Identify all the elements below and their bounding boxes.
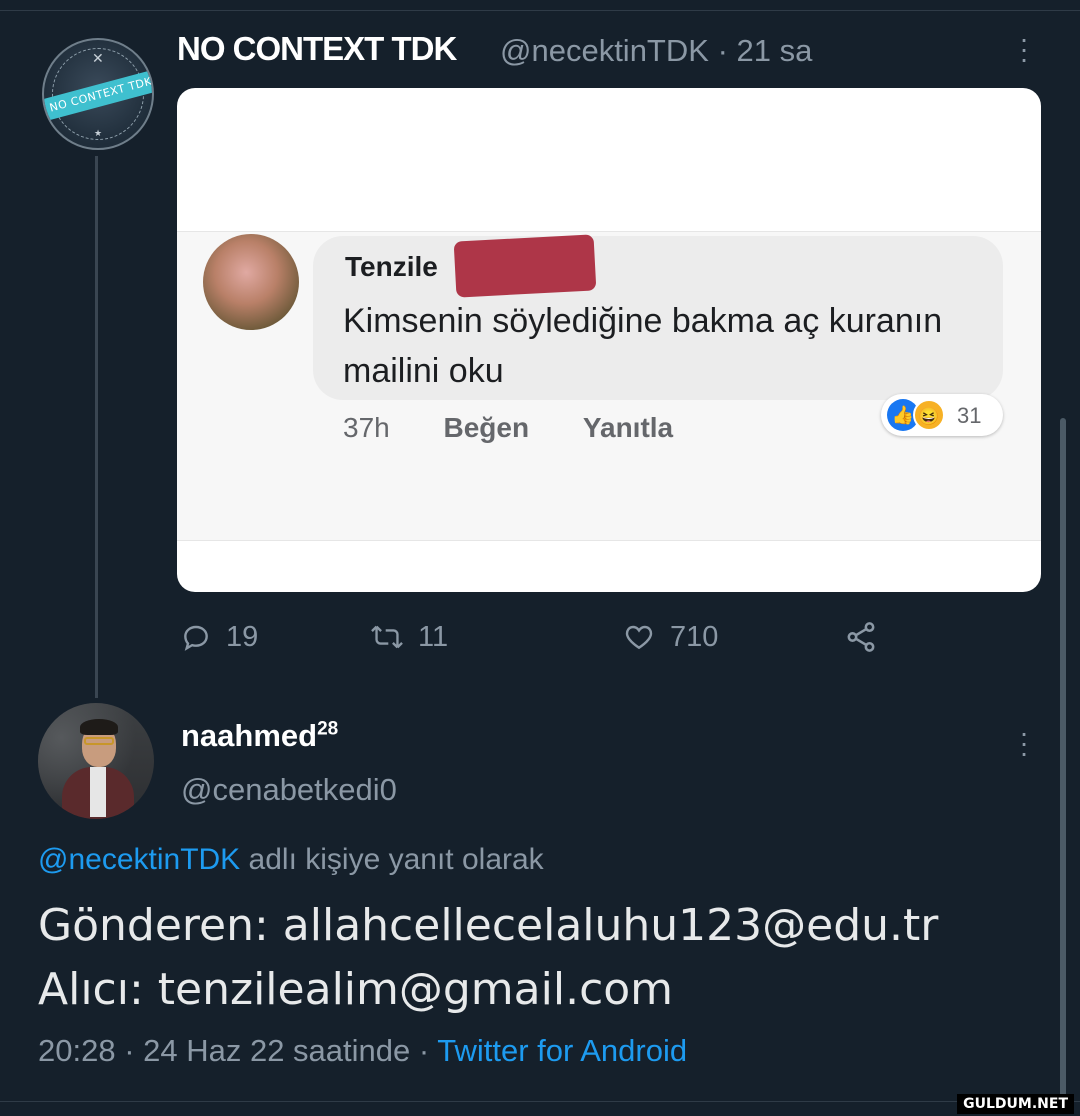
reply-footer: 20:28 · 24 Haz 22 saatinde · Twitter for… (38, 1033, 687, 1069)
commenter-avatar (203, 234, 299, 330)
avatar-glasses (84, 737, 114, 745)
commenter-name: Tenzile (345, 251, 438, 282)
like-count: 710 (670, 620, 719, 653)
reply-to-mention[interactable]: @necektinTDK (38, 843, 240, 876)
avatar-hair (80, 719, 118, 735)
reactions-pill: 👍 😆 31 (881, 394, 1003, 436)
reply-button[interactable]: 19 (180, 614, 258, 660)
avatar-shirt (90, 767, 106, 817)
reply-text: Gönderen: allahcellecelaluhu123@edu.tr A… (38, 894, 938, 1022)
site-watermark: GULDUM.NET (957, 1094, 1074, 1114)
reply-timestamp[interactable]: 20:28 · 24 Haz 22 saatinde · (38, 1033, 429, 1068)
heart-icon (625, 625, 653, 650)
author-avatar[interactable]: ✕ NO CONTEXT TDK ★ (42, 38, 154, 150)
bottom-divider (0, 1101, 1080, 1102)
tweet-author-handle[interactable]: @necektinTDK (500, 33, 709, 68)
reply-line-1: Gönderen: allahcellecelaluhu123@edu.tr (38, 900, 939, 951)
tweet-action-bar: 19 11 710 (180, 614, 900, 660)
reply-author-handle[interactable]: @cenabetkedi0 (181, 772, 397, 808)
star-icon: ★ (94, 128, 103, 138)
comment-reply-label: Yanıtla (582, 412, 674, 443)
crossed-pens-icon: ✕ (92, 50, 104, 66)
meta-separator: · (717, 33, 728, 68)
share-button[interactable] (844, 614, 892, 660)
retweet-icon (371, 625, 403, 649)
tweet-time[interactable]: 21 sa (737, 33, 813, 68)
tweet-media-image[interactable]: Tenzile Kimsenin söylediğine bakma aç ku… (177, 88, 1041, 592)
laughing-face-icon: 😆 (913, 399, 945, 431)
reply-line-2: Alıcı: tenzilealim@gmail.com (38, 964, 674, 1015)
scrollbar[interactable] (1060, 418, 1066, 1108)
more-vertical-icon[interactable]: · · · (1016, 719, 1032, 767)
tweet-author-name[interactable]: NO CONTEXT TDK (177, 30, 457, 68)
reply-count: 19 (226, 620, 259, 653)
retweet-count: 11 (418, 620, 449, 653)
tweet-meta: @necektinTDK · 21 sa (500, 33, 812, 69)
top-divider (0, 10, 1080, 11)
share-icon (847, 622, 875, 652)
comment-actions: 37h Beğen Yanıtla (343, 412, 719, 444)
more-vertical-icon[interactable]: · · · (1016, 25, 1032, 73)
reply-author-name-text: naahmed (181, 718, 318, 753)
retweet-button[interactable]: 11 (370, 614, 448, 660)
reply-source-link[interactable]: Twitter for Android (437, 1033, 687, 1068)
like-button[interactable]: 710 (622, 614, 718, 660)
reply-author-name-sup: 28 (317, 718, 339, 740)
comment-time: 37h (343, 412, 390, 443)
reply-to-suffix: adlı kişiye yanıt olarak (248, 843, 544, 876)
comment-text: Kimsenin söylediğine bakma aç kuranın ma… (343, 302, 943, 390)
reply-author-name[interactable]: naahmed28 (181, 718, 338, 754)
replying-to: @necektinTDK adlı kişiye yanıt olarak (38, 843, 544, 877)
thread-line (95, 156, 98, 698)
comment-like-label: Beğen (443, 412, 530, 443)
redaction-scribble (453, 234, 597, 298)
reply-icon (184, 625, 208, 651)
reaction-count: 31 (957, 403, 982, 428)
reply-author-avatar[interactable] (38, 703, 154, 819)
